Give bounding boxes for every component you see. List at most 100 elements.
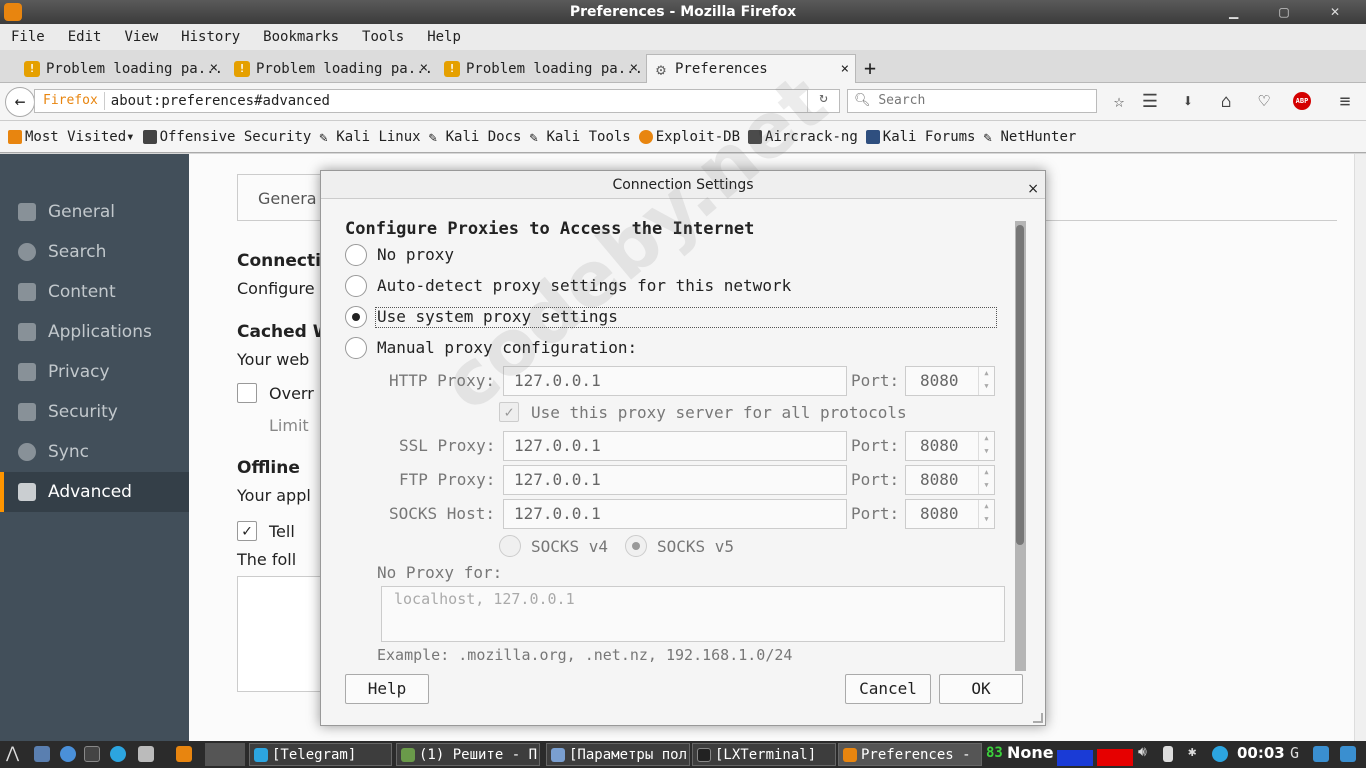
home-icon[interactable]: ⌂ [1215,91,1237,112]
dialog-scrollbar-thumb[interactable] [1016,225,1024,545]
tab-problem-loading-2[interactable]: ! Problem loading pa... × [228,54,434,83]
ftp-proxy-input[interactable]: 127.0.0.1 [503,465,847,495]
http-port-input[interactable]: 8080 ▲ ▼ [905,366,995,396]
back-button[interactable]: ← [5,87,35,117]
help-button[interactable]: Help [345,674,429,704]
resize-grip[interactable] [1033,713,1043,723]
bookmark-most-visited[interactable]: Most Visited▾ [8,129,135,145]
sidebar-item-security[interactable]: Security [0,392,189,432]
ok-button[interactable]: OK [939,674,1023,704]
close-icon[interactable]: × [1027,175,1039,203]
new-tab-button[interactable]: + [864,56,876,80]
port-spinner[interactable]: ▲ ▼ [978,500,994,528]
menu-history[interactable]: History [181,29,240,45]
tell-checkbox[interactable]: ✓ [237,521,257,541]
http-proxy-input[interactable]: 127.0.0.1 [503,366,847,396]
manual-proxy-radio[interactable] [345,337,367,359]
reading-list-icon[interactable]: ☰ [1139,91,1161,112]
telegram-icon[interactable] [110,746,126,762]
kali-menu-icon[interactable]: ⋀ [6,743,22,762]
bookmark-exploit-db[interactable]: Exploit-DB [638,129,740,145]
bluetooth-icon[interactable]: ✱ [1188,744,1204,760]
close-tab-icon[interactable]: × [630,60,638,76]
ssl-proxy-input[interactable]: 127.0.0.1 [503,431,847,461]
sidebar-item-advanced[interactable]: Advanced [0,472,189,512]
no-proxy-for-textarea[interactable]: localhost, 127.0.0.1 [381,586,1005,642]
bookmark-offensive-security[interactable]: Offensive Security [142,129,311,145]
bookmark-kali-forums[interactable]: Kali Forums [865,129,975,145]
port-spinner[interactable]: ▲ ▼ [978,466,994,494]
menu-file[interactable]: File [11,29,45,45]
override-cache-checkbox[interactable] [237,383,257,403]
volume-icon[interactable]: 🔊︎ [1138,744,1154,760]
bookmark-aircrack-ng[interactable]: Aircrack-ng [748,129,858,145]
network-icon[interactable] [1313,746,1329,762]
windows-icon[interactable] [138,746,154,762]
file-manager-icon[interactable] [34,746,50,762]
pocket-icon[interactable]: ♡ [1253,91,1275,112]
url-text[interactable]: about:preferences#advanced [105,93,330,109]
browser-icon[interactable] [60,746,76,762]
menu-help[interactable]: Help [427,29,461,45]
menu-view[interactable]: View [124,29,158,45]
bookmark-nethunter[interactable]: ✎ NetHunter [983,129,1076,146]
auto-detect-radio[interactable] [345,275,367,297]
no-proxy-label[interactable]: No proxy [377,245,454,264]
sidebar-item-sync[interactable]: Sync [0,432,189,472]
hamburger-menu-icon[interactable]: ≡ [1334,91,1356,112]
task-lxterminal[interactable]: [LXTerminal] [692,743,836,766]
firefox-launcher-icon[interactable] [176,746,192,762]
cancel-button[interactable]: Cancel [845,674,931,704]
tab-preferences[interactable]: ⚙ Preferences × [646,54,856,83]
manual-proxy-label[interactable]: Manual proxy configuration: [377,338,637,357]
ssl-port-input[interactable]: 8080 ▲ ▼ [905,431,995,461]
socks-v5-radio[interactable] [625,535,647,557]
terminal-icon[interactable] [84,746,100,762]
close-tab-icon[interactable]: × [210,60,218,76]
bookmark-kali-docs[interactable]: ✎ Kali Docs [429,129,522,146]
download-icon[interactable]: ⬇ [1177,91,1199,112]
task-browser-tab[interactable]: (1) Решите - П... [396,743,540,766]
content-scrollbar[interactable] [1354,154,1366,741]
bookmark-kali-linux[interactable]: ✎ Kali Linux [319,129,420,146]
reload-icon[interactable]: ↻ [807,90,839,112]
display-icon[interactable] [1340,746,1356,762]
workspace-switcher[interactable] [205,743,245,766]
star-icon[interactable]: ☆ [1108,91,1130,112]
sidebar-item-search[interactable]: Search [0,232,189,272]
url-bar[interactable]: Firefox about:preferences#advanced ↻ [34,89,840,113]
tab-problem-loading-3[interactable]: ! Problem loading pa... × [438,54,644,83]
dialog-scrollbar[interactable] [1015,221,1026,671]
bookmark-kali-tools[interactable]: ✎ Kali Tools [529,129,630,146]
menu-edit[interactable]: Edit [68,29,102,45]
menu-bookmarks[interactable]: Bookmarks [263,29,339,45]
no-proxy-radio[interactable] [345,244,367,266]
search-input[interactable]: 🔍︎ Search [847,89,1097,113]
close-tab-icon[interactable]: × [420,60,428,76]
google-icon[interactable]: G [1290,744,1306,762]
identity-box[interactable]: Firefox [35,92,105,110]
telegram-tray-icon[interactable] [1212,746,1228,762]
sidebar-item-general[interactable]: General [0,192,189,232]
system-proxy-radio[interactable] [345,306,367,328]
port-spinner[interactable]: ▲ ▼ [978,432,994,460]
system-proxy-label[interactable]: Use system proxy settings [377,307,618,326]
port-spinner[interactable]: ▲ ▼ [978,367,994,395]
menu-tools[interactable]: Tools [362,29,404,45]
use-for-all-checkbox[interactable]: ✓ [499,402,519,422]
task-telegram[interactable]: [Telegram] [249,743,392,766]
socks-v4-radio[interactable] [499,535,521,557]
sidebar-item-applications[interactable]: Applications [0,312,189,352]
tab-problem-loading-1[interactable]: ! Problem loading pa... × [18,54,224,83]
sidebar-item-content[interactable]: Content [0,272,189,312]
adblock-icon[interactable]: ABP [1293,92,1311,110]
auto-detect-label[interactable]: Auto-detect proxy settings for this netw… [377,276,791,295]
close-tab-icon[interactable]: × [841,61,849,77]
ftp-port-input[interactable]: 8080 ▲ ▼ [905,465,995,495]
task-settings[interactable]: [Параметры пол... [546,743,690,766]
task-firefox-preferences[interactable]: Preferences - ... [838,743,982,766]
socks-host-input[interactable]: 127.0.0.1 [503,499,847,529]
sidebar-item-privacy[interactable]: Privacy [0,352,189,392]
clipboard-icon[interactable] [1163,746,1173,762]
socks-port-input[interactable]: 8080 ▲ ▼ [905,499,995,529]
